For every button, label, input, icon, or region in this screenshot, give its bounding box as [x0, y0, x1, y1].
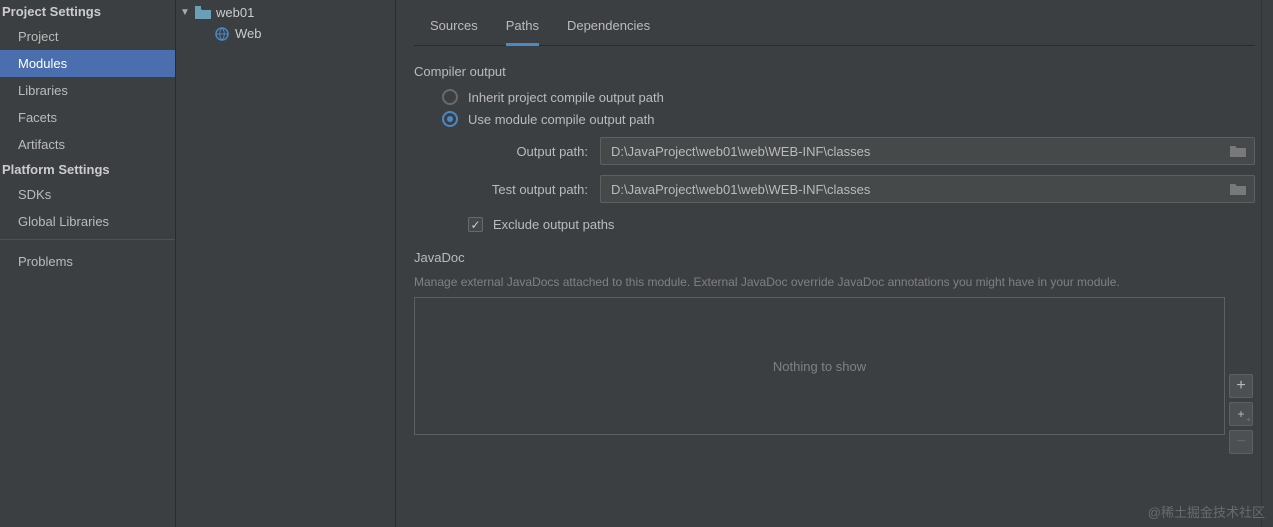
javadoc-title: JavaDoc: [414, 250, 1255, 265]
output-path-input[interactable]: [611, 144, 1230, 159]
tab-dependencies[interactable]: Dependencies: [567, 18, 650, 45]
web-facet-icon: [214, 27, 230, 41]
radio-module[interactable]: [442, 111, 458, 127]
test-output-path-input[interactable]: [611, 182, 1230, 197]
tree-node-web01[interactable]: ▼ web01: [176, 2, 395, 23]
module-tree: ▼ web01 Web: [176, 0, 396, 527]
compiler-output-title: Compiler output: [414, 64, 1255, 79]
sidebar-item-project[interactable]: Project: [0, 23, 175, 50]
test-output-path-row: Test output path:: [468, 175, 1255, 203]
add-special-button[interactable]: +◦: [1229, 402, 1253, 426]
tree-node-label: Web: [235, 26, 262, 41]
radio-module-label: Use module compile output path: [468, 112, 654, 127]
sidebar-divider: [0, 239, 175, 240]
chevron-down-icon[interactable]: ▼: [180, 7, 190, 18]
sidebar-heading-project-settings: Project Settings: [0, 0, 175, 23]
output-path-label: Output path:: [468, 144, 588, 159]
tab-paths[interactable]: Paths: [506, 18, 539, 46]
javadoc-list: Nothing to show: [414, 297, 1225, 435]
javadoc-empty-text: Nothing to show: [773, 359, 866, 374]
module-tabs: Sources Paths Dependencies: [414, 0, 1255, 46]
sidebar-item-libraries[interactable]: Libraries: [0, 77, 175, 104]
folder-browse-icon[interactable]: [1230, 144, 1248, 158]
exclude-output-label: Exclude output paths: [493, 217, 614, 232]
folder-browse-icon[interactable]: [1230, 182, 1248, 196]
remove-button[interactable]: −: [1229, 430, 1253, 454]
javadoc-toolbar: + +◦ −: [1229, 374, 1253, 454]
radio-module-row[interactable]: Use module compile output path: [442, 111, 1255, 127]
javadoc-description: Manage external JavaDocs attached to thi…: [414, 275, 1255, 289]
module-editor: Name: Sources Paths Dependencies Compile…: [396, 0, 1273, 527]
tab-sources[interactable]: Sources: [430, 18, 478, 45]
scrollbar[interactable]: [1261, 0, 1273, 527]
settings-sidebar: Project Settings Project Modules Librari…: [0, 0, 176, 527]
watermark: @稀土掘金技术社区: [1148, 502, 1265, 521]
output-path-row: Output path:: [468, 137, 1255, 165]
radio-inherit[interactable]: [442, 89, 458, 105]
test-output-path-label: Test output path:: [468, 182, 588, 197]
sidebar-item-modules[interactable]: Modules: [0, 50, 175, 77]
sidebar-item-sdks[interactable]: SDKs: [0, 181, 175, 208]
sidebar-item-artifacts[interactable]: Artifacts: [0, 131, 175, 158]
exclude-output-checkbox[interactable]: [468, 217, 483, 232]
radio-inherit-label: Inherit project compile output path: [468, 90, 664, 105]
radio-inherit-row[interactable]: Inherit project compile output path: [442, 89, 1255, 105]
add-button[interactable]: +: [1229, 374, 1253, 398]
exclude-output-row[interactable]: Exclude output paths: [468, 217, 1255, 232]
sidebar-item-global-libraries[interactable]: Global Libraries: [0, 208, 175, 235]
tree-node-web[interactable]: Web: [176, 23, 395, 44]
test-output-path-field[interactable]: [600, 175, 1255, 203]
sidebar-heading-platform-settings: Platform Settings: [0, 158, 175, 181]
tree-node-label: web01: [216, 5, 254, 20]
sidebar-item-facets[interactable]: Facets: [0, 104, 175, 131]
module-folder-icon: [195, 6, 211, 20]
sidebar-item-problems[interactable]: Problems: [0, 244, 175, 275]
output-path-field[interactable]: [600, 137, 1255, 165]
